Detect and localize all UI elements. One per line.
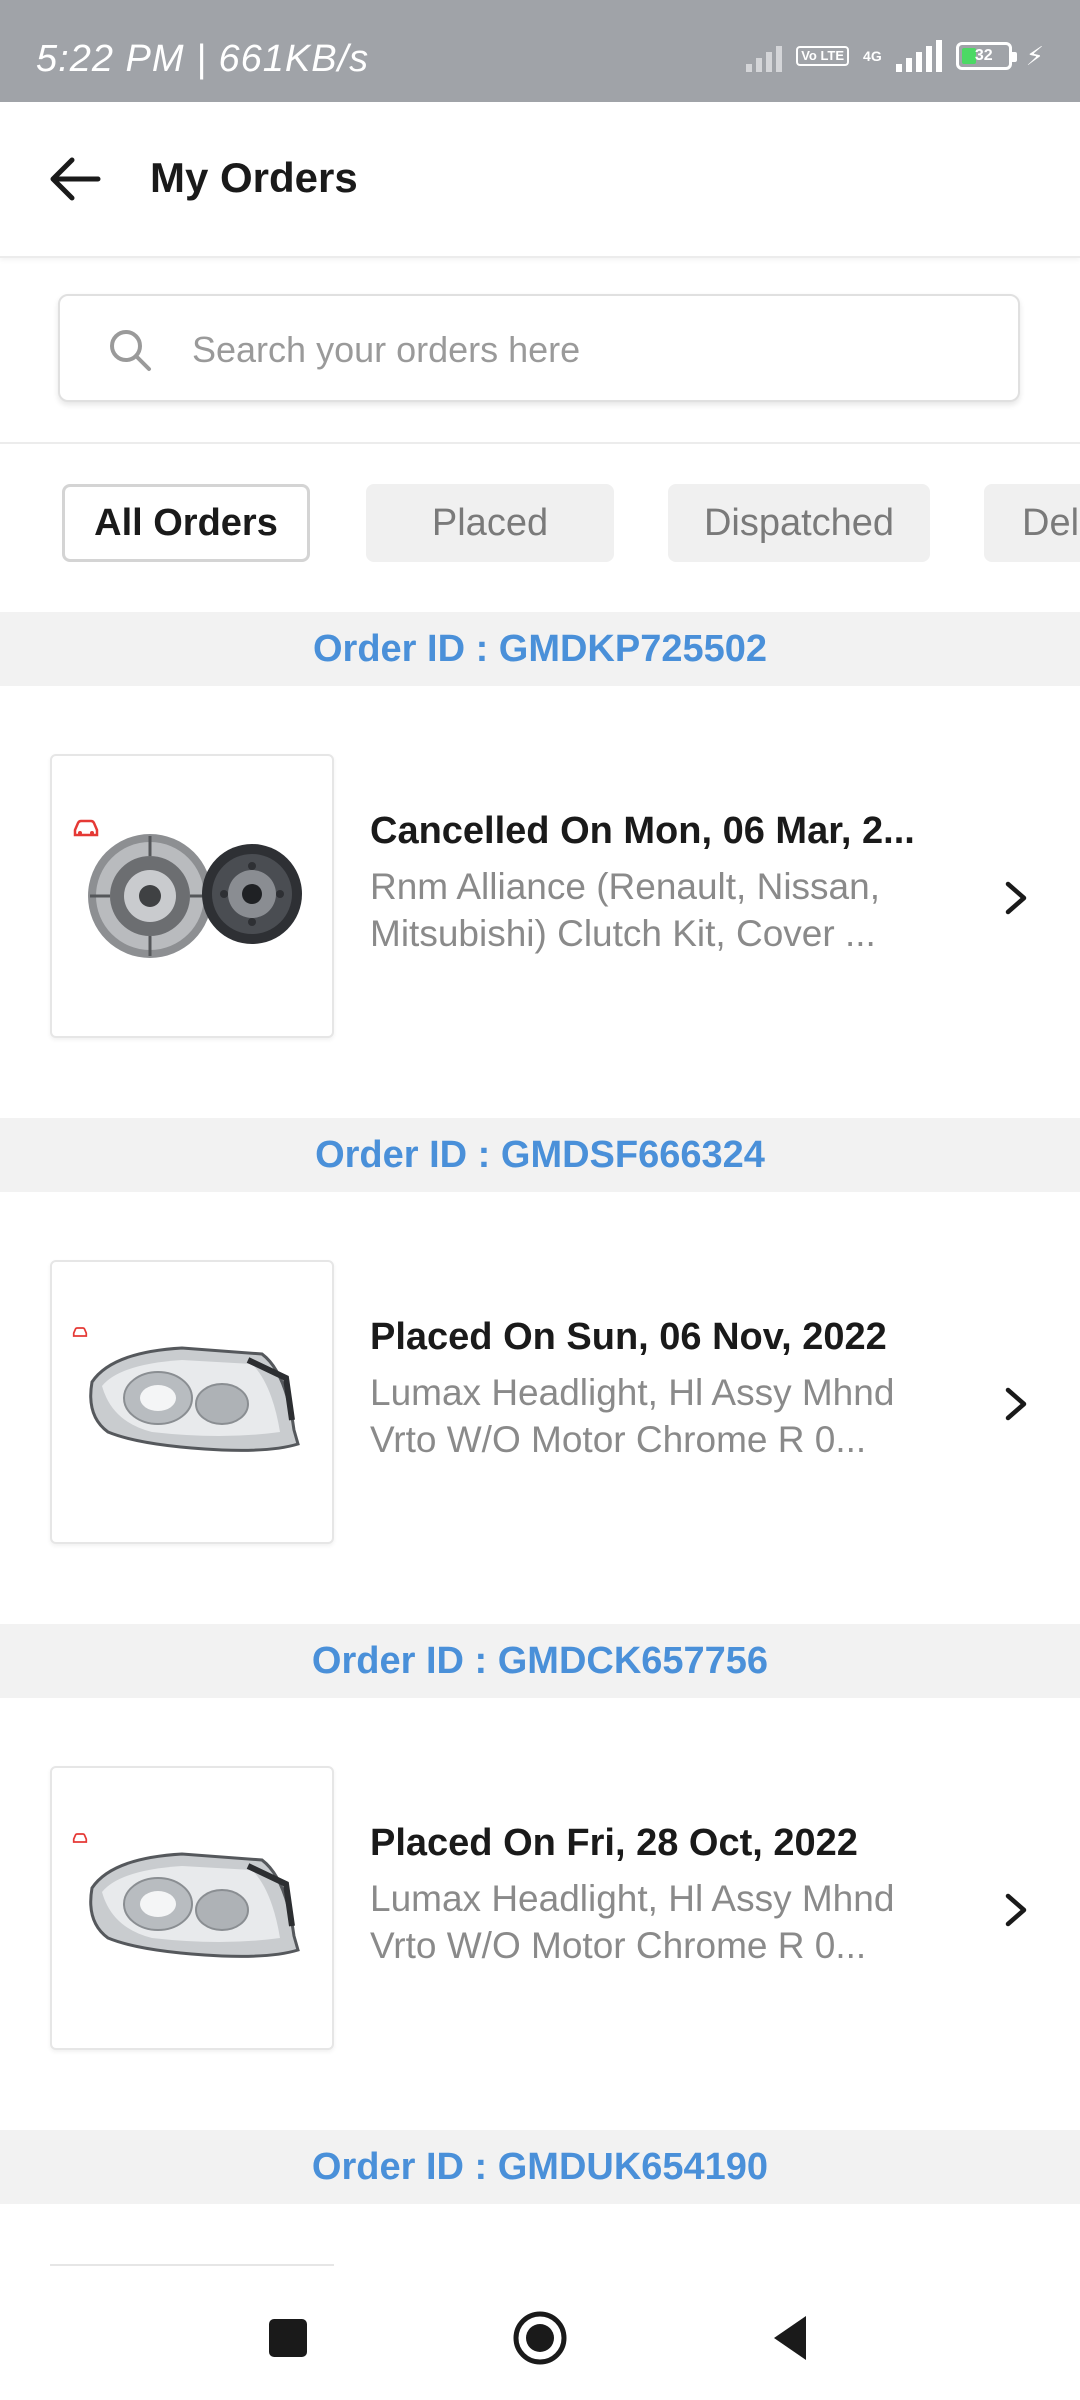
filter-chip-all-orders[interactable]: All Orders	[62, 484, 310, 562]
order-description: Rnm Alliance (Renault, Nissan, Mitsubish…	[370, 866, 880, 954]
signal-icon-sim1	[746, 40, 783, 72]
app-header: My Orders	[0, 102, 1080, 258]
order-details: Cancelled On Mon, 06 Mar, 2... Rnm Allia…	[370, 810, 960, 957]
chevron-right-icon[interactable]	[996, 870, 1036, 926]
headlight-image	[89, 1346, 300, 1452]
charging-icon: ⚡	[1025, 40, 1044, 71]
order-card[interactable]: Placed On Sun, 06 Nov, 2022 Lumax Headli…	[0, 1192, 1080, 1624]
order-id-header: Order ID : GMDKP725502	[0, 612, 1080, 686]
order-id-header: Order ID : GMDSF666324	[0, 1118, 1080, 1192]
chevron-right-icon[interactable]	[996, 1376, 1036, 1432]
recents-square-icon[interactable]	[258, 2308, 318, 2368]
order-status: Placed On Fri, 28 Oct, 2022	[370, 1822, 858, 1864]
filter-chips: All Orders Placed Dispatched Del	[0, 444, 1080, 612]
status-time: 5:22 PM | 661KB/s	[36, 38, 370, 80]
product-thumbnail	[50, 1766, 334, 2050]
search-icon	[110, 330, 151, 371]
filter-chip-placed[interactable]: Placed	[366, 484, 614, 562]
order-description: Lumax Headlight, Hl Assy Mhnd Vrto W/O M…	[370, 1372, 895, 1460]
status-bar: 5:22 PM | 661KB/s Vo LTE 4G 32 ⚡	[0, 0, 1080, 102]
back-arrow-icon[interactable]	[44, 148, 106, 210]
order-description: Lumax Headlight, Hl Assy Mhnd Vrto W/O M…	[370, 1878, 895, 1966]
order-id-header: Order ID : GMDUK654190	[0, 2130, 1080, 2204]
order-card[interactable]: Placed On Fri, 28 Oct, 2022 Lumax Headli…	[0, 1698, 1080, 2130]
orders-list: Order ID : GMDKP725502 Cancelled On Mon,…	[0, 612, 1080, 2204]
clutch-kit-image	[88, 834, 302, 958]
order-status: Cancelled On Mon, 06 Mar, 2...	[370, 810, 915, 852]
network-type-icon: 4G	[863, 48, 882, 64]
order-status: Placed On Sun, 06 Nov, 2022	[370, 1316, 887, 1358]
order-details: Placed On Fri, 28 Oct, 2022 Lumax Headli…	[370, 1822, 960, 1969]
back-triangle-icon[interactable]	[762, 2308, 822, 2368]
search-box[interactable]	[58, 294, 1020, 402]
order-details: Placed On Sun, 06 Nov, 2022 Lumax Headli…	[370, 1316, 960, 1463]
battery-level: 32	[974, 47, 993, 64]
headlight-image	[89, 1852, 300, 1958]
signal-icon-sim2	[895, 40, 942, 72]
home-circle-icon[interactable]	[510, 2308, 570, 2368]
order-card[interactable]: Cancelled On Mon, 06 Mar, 2... Rnm Allia…	[0, 686, 1080, 1118]
page-title: My Orders	[150, 154, 358, 201]
filter-chip-delivered[interactable]: Del	[984, 484, 1080, 562]
order-id-header: Order ID : GMDCK657756	[0, 1624, 1080, 1698]
product-thumbnail	[50, 754, 334, 1038]
chevron-right-icon[interactable]	[996, 1882, 1036, 1938]
system-nav-bar	[0, 2270, 1080, 2400]
search-input[interactable]	[190, 316, 994, 384]
product-thumbnail	[50, 1260, 334, 1544]
filter-chip-dispatched[interactable]: Dispatched	[668, 484, 930, 562]
status-icons: Vo LTE 4G 32 ⚡	[746, 40, 1044, 72]
volte-icon: Vo LTE	[796, 46, 850, 66]
battery-icon: 32	[955, 42, 1017, 70]
search-section	[0, 256, 1080, 444]
